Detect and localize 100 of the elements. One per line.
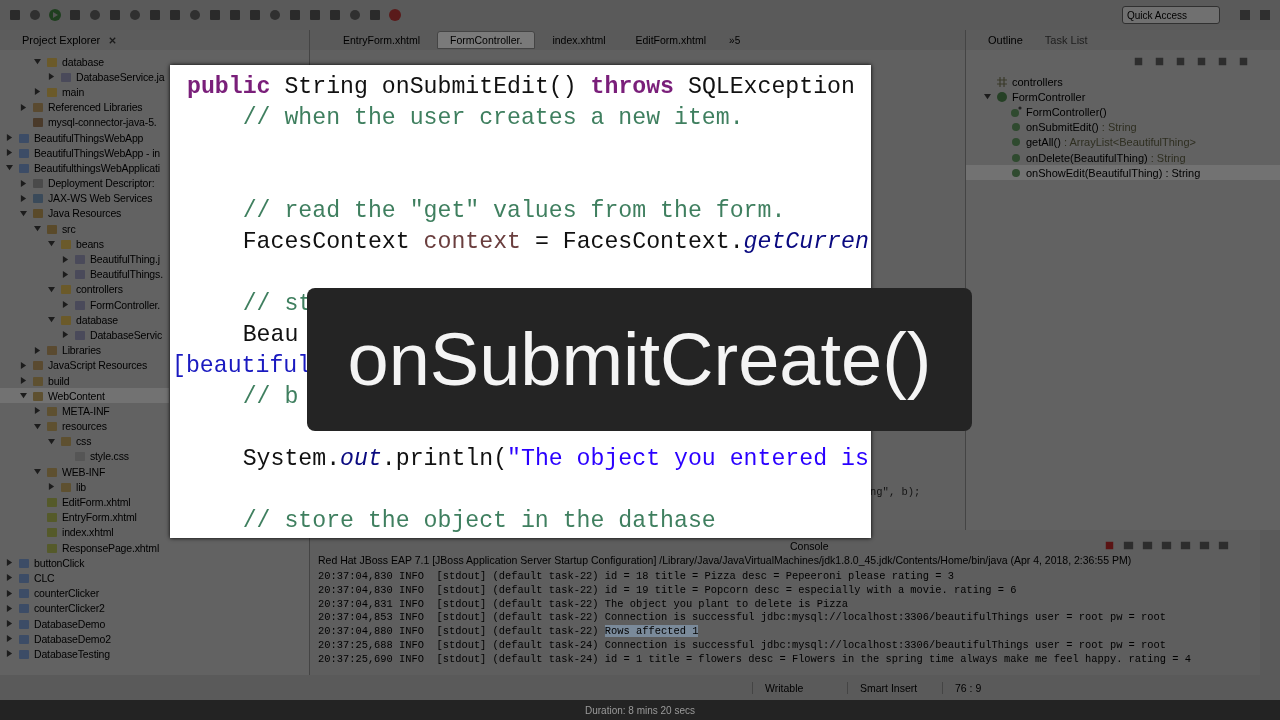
toolbar-icon[interactable]	[68, 8, 82, 22]
toolbar-icon[interactable]	[208, 8, 222, 22]
outline-item[interactable]: FormController	[966, 89, 1280, 105]
expand-arrow-icon[interactable]	[20, 179, 27, 187]
expand-arrow-icon[interactable]	[20, 361, 27, 369]
toolbar-icon[interactable]	[8, 8, 22, 22]
console-toolbar-icon[interactable]	[1160, 539, 1173, 552]
expand-arrow-icon[interactable]	[34, 422, 41, 430]
expand-arrow-icon[interactable]	[48, 240, 55, 248]
expand-arrow-icon[interactable]	[20, 209, 27, 217]
toolbar-icon[interactable]	[308, 8, 322, 22]
expand-arrow-icon[interactable]	[48, 483, 55, 491]
editor-tab[interactable]: EntryForm.xhtml	[330, 31, 433, 49]
tree-item[interactable]: DatabaseDemo	[0, 615, 169, 632]
expand-arrow-icon[interactable]	[34, 58, 41, 66]
tree-item[interactable]: EntryForm.xhtml	[0, 509, 169, 525]
toolbar-icon[interactable]	[288, 8, 302, 22]
tree-item[interactable]: css	[0, 433, 169, 449]
toolbar-icon[interactable]	[28, 8, 42, 22]
stop-icon[interactable]	[1103, 539, 1116, 552]
outline-item[interactable]: onDelete(BeautifulThing) : String	[966, 149, 1280, 166]
toolbar-icon[interactable]	[348, 8, 362, 22]
outline-item[interactable]: onShowEdit(BeautifulThing) : String	[966, 165, 1280, 181]
toolbar-icon[interactable]	[108, 8, 122, 22]
expand-arrow-icon[interactable]	[48, 316, 55, 324]
toolbar-icon[interactable]	[168, 8, 182, 22]
tree-item[interactable]: lib	[0, 479, 169, 495]
tree-item[interactable]: WebContent	[0, 388, 169, 404]
expand-arrow-icon[interactable]	[34, 346, 41, 354]
expand-arrow-icon[interactable]	[20, 194, 27, 202]
editor-tab[interactable]: FormController.	[437, 31, 536, 49]
tree-item[interactable]: mysql-connector-java-5.	[0, 114, 169, 130]
toolbar-icon[interactable]	[188, 8, 202, 22]
expand-arrow-icon[interactable]	[6, 559, 13, 567]
tree-item[interactable]: counterClicker2	[0, 600, 169, 616]
tree-item[interactable]: counterClicker	[0, 585, 169, 601]
tree-item[interactable]: database	[0, 312, 169, 328]
tree-item[interactable]: JAX-WS Web Services	[0, 190, 169, 206]
console-toolbar-icon[interactable]	[1179, 539, 1192, 552]
tree-item[interactable]: DatabaseTesting	[0, 646, 169, 662]
perspective-icon[interactable]	[1238, 8, 1252, 22]
expand-arrow-icon[interactable]	[48, 437, 55, 445]
expand-arrow-icon[interactable]	[62, 255, 69, 263]
tree-item[interactable]: Deployment Descriptor:	[0, 175, 169, 191]
tree-item[interactable]: resources	[0, 418, 169, 434]
outline-item[interactable]: FormController()	[966, 104, 1280, 120]
editor-tab[interactable]: EditForm.xhtml	[622, 31, 720, 49]
tree-item[interactable]: DatabaseDemo2	[0, 631, 169, 647]
tree-item[interactable]: controllers	[0, 281, 169, 297]
tree-item[interactable]: Java Resources	[0, 205, 169, 222]
expand-arrow-icon[interactable]	[6, 574, 13, 582]
expand-arrow-icon[interactable]	[62, 270, 69, 278]
tree-item[interactable]: index.xhtml	[0, 524, 169, 540]
expand-arrow-icon[interactable]	[20, 103, 27, 111]
console-toolbar-icon[interactable]	[1217, 539, 1230, 552]
outline-item[interactable]: onSubmitEdit() : String	[966, 119, 1280, 135]
tree-item[interactable]: Referenced Libraries	[0, 99, 169, 115]
close-icon[interactable]	[108, 35, 118, 45]
outline-item[interactable]: controllers	[966, 74, 1280, 90]
view-tab[interactable]: Project Explorer	[22, 34, 101, 46]
expand-arrow-icon[interactable]	[48, 285, 55, 293]
expand-arrow-icon[interactable]	[6, 149, 13, 157]
expand-arrow-icon[interactable]	[6, 164, 13, 172]
tree-item[interactable]: buttonClick	[0, 555, 169, 571]
expand-arrow-icon[interactable]	[34, 225, 41, 233]
tree-item[interactable]: ResponsePage.xhtml	[0, 540, 169, 556]
perspective-icon[interactable]	[1258, 8, 1272, 22]
expand-arrow-icon[interactable]	[62, 331, 69, 339]
expand-arrow-icon[interactable]	[984, 93, 991, 101]
expand-arrow-icon[interactable]	[34, 468, 41, 476]
expand-arrow-icon[interactable]	[34, 407, 41, 415]
expand-arrow-icon[interactable]	[6, 134, 13, 142]
tree-item[interactable]: BeautifulThingsWebApp	[0, 129, 169, 146]
tree-item[interactable]: BeautifulThingsWebApp - in	[0, 145, 169, 161]
tree-item[interactable]: beans	[0, 236, 169, 252]
tree-item[interactable]: src	[0, 221, 169, 237]
outline-item[interactable]: getAll() : ArrayList<BeautifulThing>	[966, 134, 1280, 150]
expand-arrow-icon[interactable]	[6, 589, 13, 597]
toolbar-icon[interactable]	[228, 8, 242, 22]
console-toolbar-icon[interactable]	[1122, 539, 1135, 552]
tree-item[interactable]: EditForm.xhtml	[0, 494, 169, 510]
console-tab[interactable]: Console	[790, 540, 829, 552]
tree-item[interactable]: BeautifulThings.	[0, 266, 169, 282]
expand-arrow-icon[interactable]	[6, 620, 13, 628]
toolbar-icon[interactable]	[368, 8, 382, 22]
stop-icon[interactable]	[388, 8, 402, 22]
tree-item[interactable]: Libraries	[0, 342, 169, 358]
tree-item[interactable]: database	[0, 54, 169, 70]
toolbar-icon[interactable]	[268, 8, 282, 22]
tree-item[interactable]: BeautifulThing.j	[0, 251, 169, 267]
toolbar-icon[interactable]	[248, 8, 262, 22]
expand-arrow-icon[interactable]	[6, 604, 13, 612]
toolbar-icon[interactable]	[148, 8, 162, 22]
editor-tab[interactable]: index.xhtml	[539, 31, 619, 49]
expand-arrow-icon[interactable]	[6, 650, 13, 658]
expand-arrow-icon[interactable]	[62, 301, 69, 309]
tree-item[interactable]: BeautifulthingsWebApplicati	[0, 160, 169, 176]
tree-item[interactable]: META-INF	[0, 403, 169, 419]
tree-item[interactable]: FormController.	[0, 297, 169, 313]
tree-item[interactable]: DatabaseServic	[0, 327, 169, 343]
